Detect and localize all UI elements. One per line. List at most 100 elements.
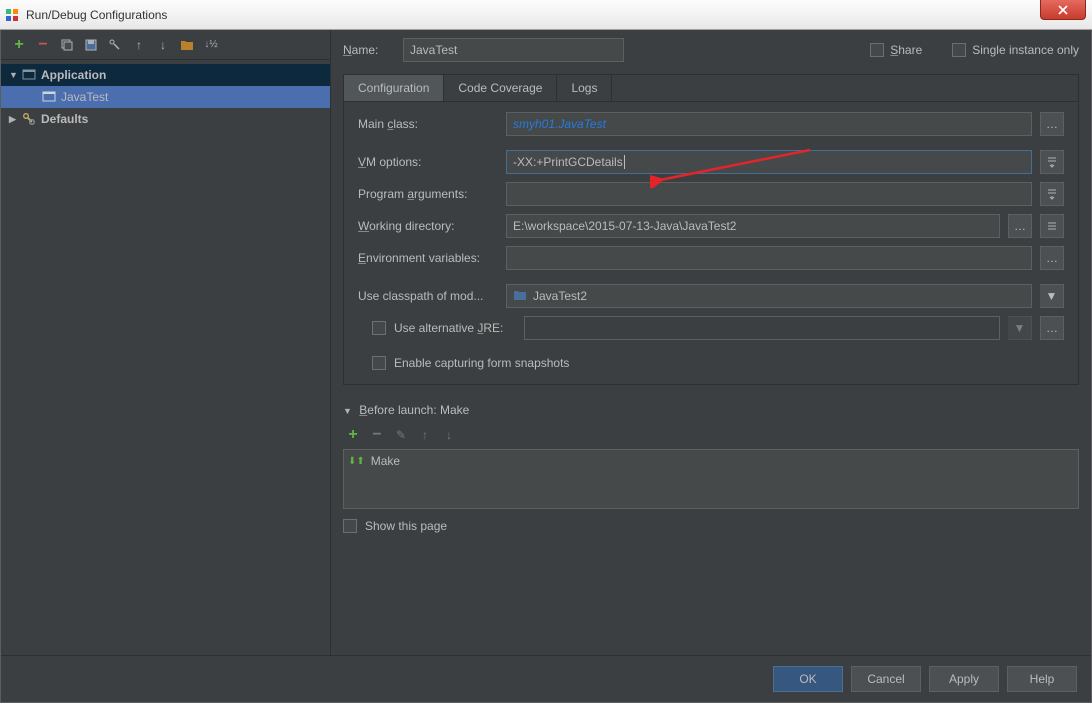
before-launch-toolbar: + − ✎ ↑ ↓ [343,421,1079,449]
folder-icon[interactable] [177,35,197,55]
row-env-vars: Environment variables: … [358,246,1064,270]
show-page-row: Show this page [343,509,1079,543]
ok-button[interactable]: OK [773,666,843,692]
snapshots-label: Enable capturing form snapshots [394,356,569,370]
window-titlebar: Run/Debug Configurations [0,0,1092,30]
tab-code-coverage[interactable]: Code Coverage [444,75,557,101]
content-row: + − ↑ ↓ ↓½ ▼ Application JavaTest [1,30,1091,655]
before-launch-list: ⬇⬆ Make [343,449,1079,509]
right-panel: Name: Share Single instance only Configu… [331,30,1091,655]
share-checkbox-group[interactable]: Share [870,43,922,57]
single-instance-checkbox[interactable] [952,43,966,57]
row-program-args: Program arguments: [358,182,1064,206]
before-launch-section: ▼ Before launch: Make + − ✎ ↑ ↓ ⬇⬆ Make [343,399,1079,543]
main-class-label: Main class: [358,117,498,131]
before-up-icon[interactable]: ↑ [415,425,435,445]
window-body: + − ↑ ↓ ↓½ ▼ Application JavaTest [0,30,1092,703]
tree-arrow-right-icon: ▶ [9,114,21,125]
share-checkbox[interactable] [870,43,884,57]
tabs: Configuration Code Coverage Logs [344,75,1078,102]
vm-options-expand-button[interactable] [1040,150,1064,174]
single-instance-checkbox-group[interactable]: Single instance only [952,43,1079,57]
main-class-browse-button[interactable]: … [1040,112,1064,136]
tree-node-application[interactable]: ▼ Application [1,64,330,86]
copy-config-icon[interactable] [57,35,77,55]
defaults-icon [21,111,37,127]
name-row: Name: Share Single instance only [331,30,1091,70]
classpath-label: Use classpath of mod... [358,289,498,303]
alt-jre-dropdown [524,316,1000,340]
before-down-icon[interactable]: ↓ [439,425,459,445]
env-vars-browse-button[interactable]: … [1040,246,1064,270]
alt-jre-dropdown-arrow: ▼ [1008,316,1032,340]
before-edit-icon[interactable]: ✎ [391,425,411,445]
program-args-input[interactable] [506,182,1032,206]
vm-options-text: -XX:+PrintGCDetails [513,155,623,169]
show-page-checkbox[interactable] [343,519,357,533]
row-classpath: Use classpath of mod... JavaTest2 ▼ [358,284,1064,308]
apply-button[interactable]: Apply [929,666,999,692]
row-alt-jre: Use alternative JRE: ▼ … [358,316,1064,340]
single-instance-label: Single instance only [972,43,1079,57]
working-dir-input[interactable]: E:\workspace\2015-07-13-Java\JavaTest2 [506,214,1000,238]
row-snapshots: Enable capturing form snapshots [358,352,1064,374]
left-toolbar: + − ↑ ↓ ↓½ [1,30,330,60]
tree-arrow-down-icon: ▼ [9,70,21,80]
settings-config-icon[interactable] [105,35,125,55]
make-icon: ⬇⬆ [348,456,365,467]
add-config-icon[interactable]: + [9,35,29,55]
application-icon [41,89,57,105]
alt-jre-label: Use alternative JRE: [394,321,516,335]
tree-label-javatest: JavaTest [61,90,108,104]
vm-options-label: VM options: [358,155,498,169]
config-tree: ▼ Application JavaTest ▶ Defaults [1,60,330,134]
before-launch-item-make[interactable]: ⬇⬆ Make [348,454,1074,468]
alt-jre-checkbox[interactable] [372,321,386,335]
save-config-icon[interactable] [81,35,101,55]
name-input[interactable] [403,38,624,62]
vm-options-input[interactable]: -XX:+PrintGCDetails [506,150,1032,174]
share-label: Share [890,43,922,57]
remove-config-icon[interactable]: − [33,35,53,55]
main-class-input[interactable]: smyh01.JavaTest [506,112,1032,136]
collapse-arrow-icon: ▼ [343,406,352,416]
move-down-icon[interactable]: ↓ [153,35,173,55]
window-close-button[interactable] [1040,0,1086,20]
classpath-dropdown-arrow[interactable]: ▼ [1040,284,1064,308]
classpath-dropdown[interactable]: JavaTest2 [506,284,1032,308]
before-add-icon[interactable]: + [343,425,363,445]
before-launch-title: Before launch: Make [359,403,469,417]
program-args-label: Program arguments: [358,187,498,201]
before-remove-icon[interactable]: − [367,425,387,445]
make-label: Make [371,454,400,468]
form-body: Main class: smyh01.JavaTest … VM options… [344,102,1078,384]
working-dir-list-button[interactable] [1040,214,1064,238]
show-page-label: Show this page [365,519,447,533]
move-up-icon[interactable]: ↑ [129,35,149,55]
help-button[interactable]: Help [1007,666,1077,692]
app-icon [4,7,20,23]
before-launch-header[interactable]: ▼ Before launch: Make [343,399,1079,421]
tree-label-application: Application [41,68,106,82]
working-dir-label: Working directory: [358,219,498,233]
left-panel: + − ↑ ↓ ↓½ ▼ Application JavaTest [1,30,331,655]
alt-jre-browse-button[interactable]: … [1040,316,1064,340]
program-args-expand-button[interactable] [1040,182,1064,206]
tree-node-defaults[interactable]: ▶ Defaults [1,108,330,130]
env-vars-input[interactable] [506,246,1032,270]
tree-node-javatest[interactable]: JavaTest [1,86,330,108]
env-vars-label: Environment variables: [358,251,498,265]
sort-icon[interactable]: ↓½ [201,35,221,55]
tab-configuration[interactable]: Configuration [344,75,444,101]
text-cursor [624,155,625,169]
tab-area: Configuration Code Coverage Logs Main cl… [343,74,1079,385]
tree-label-defaults: Defaults [41,112,88,126]
working-dir-browse-button[interactable]: … [1008,214,1032,238]
row-working-dir: Working directory: E:\workspace\2015-07-… [358,214,1064,238]
row-main-class: Main class: smyh01.JavaTest … [358,112,1064,136]
snapshots-checkbox[interactable] [372,356,386,370]
row-vm-options: VM options: -XX:+PrintGCDetails [358,150,1064,174]
tab-logs[interactable]: Logs [557,75,612,101]
cancel-button[interactable]: Cancel [851,666,921,692]
name-label: Name: [343,43,393,57]
